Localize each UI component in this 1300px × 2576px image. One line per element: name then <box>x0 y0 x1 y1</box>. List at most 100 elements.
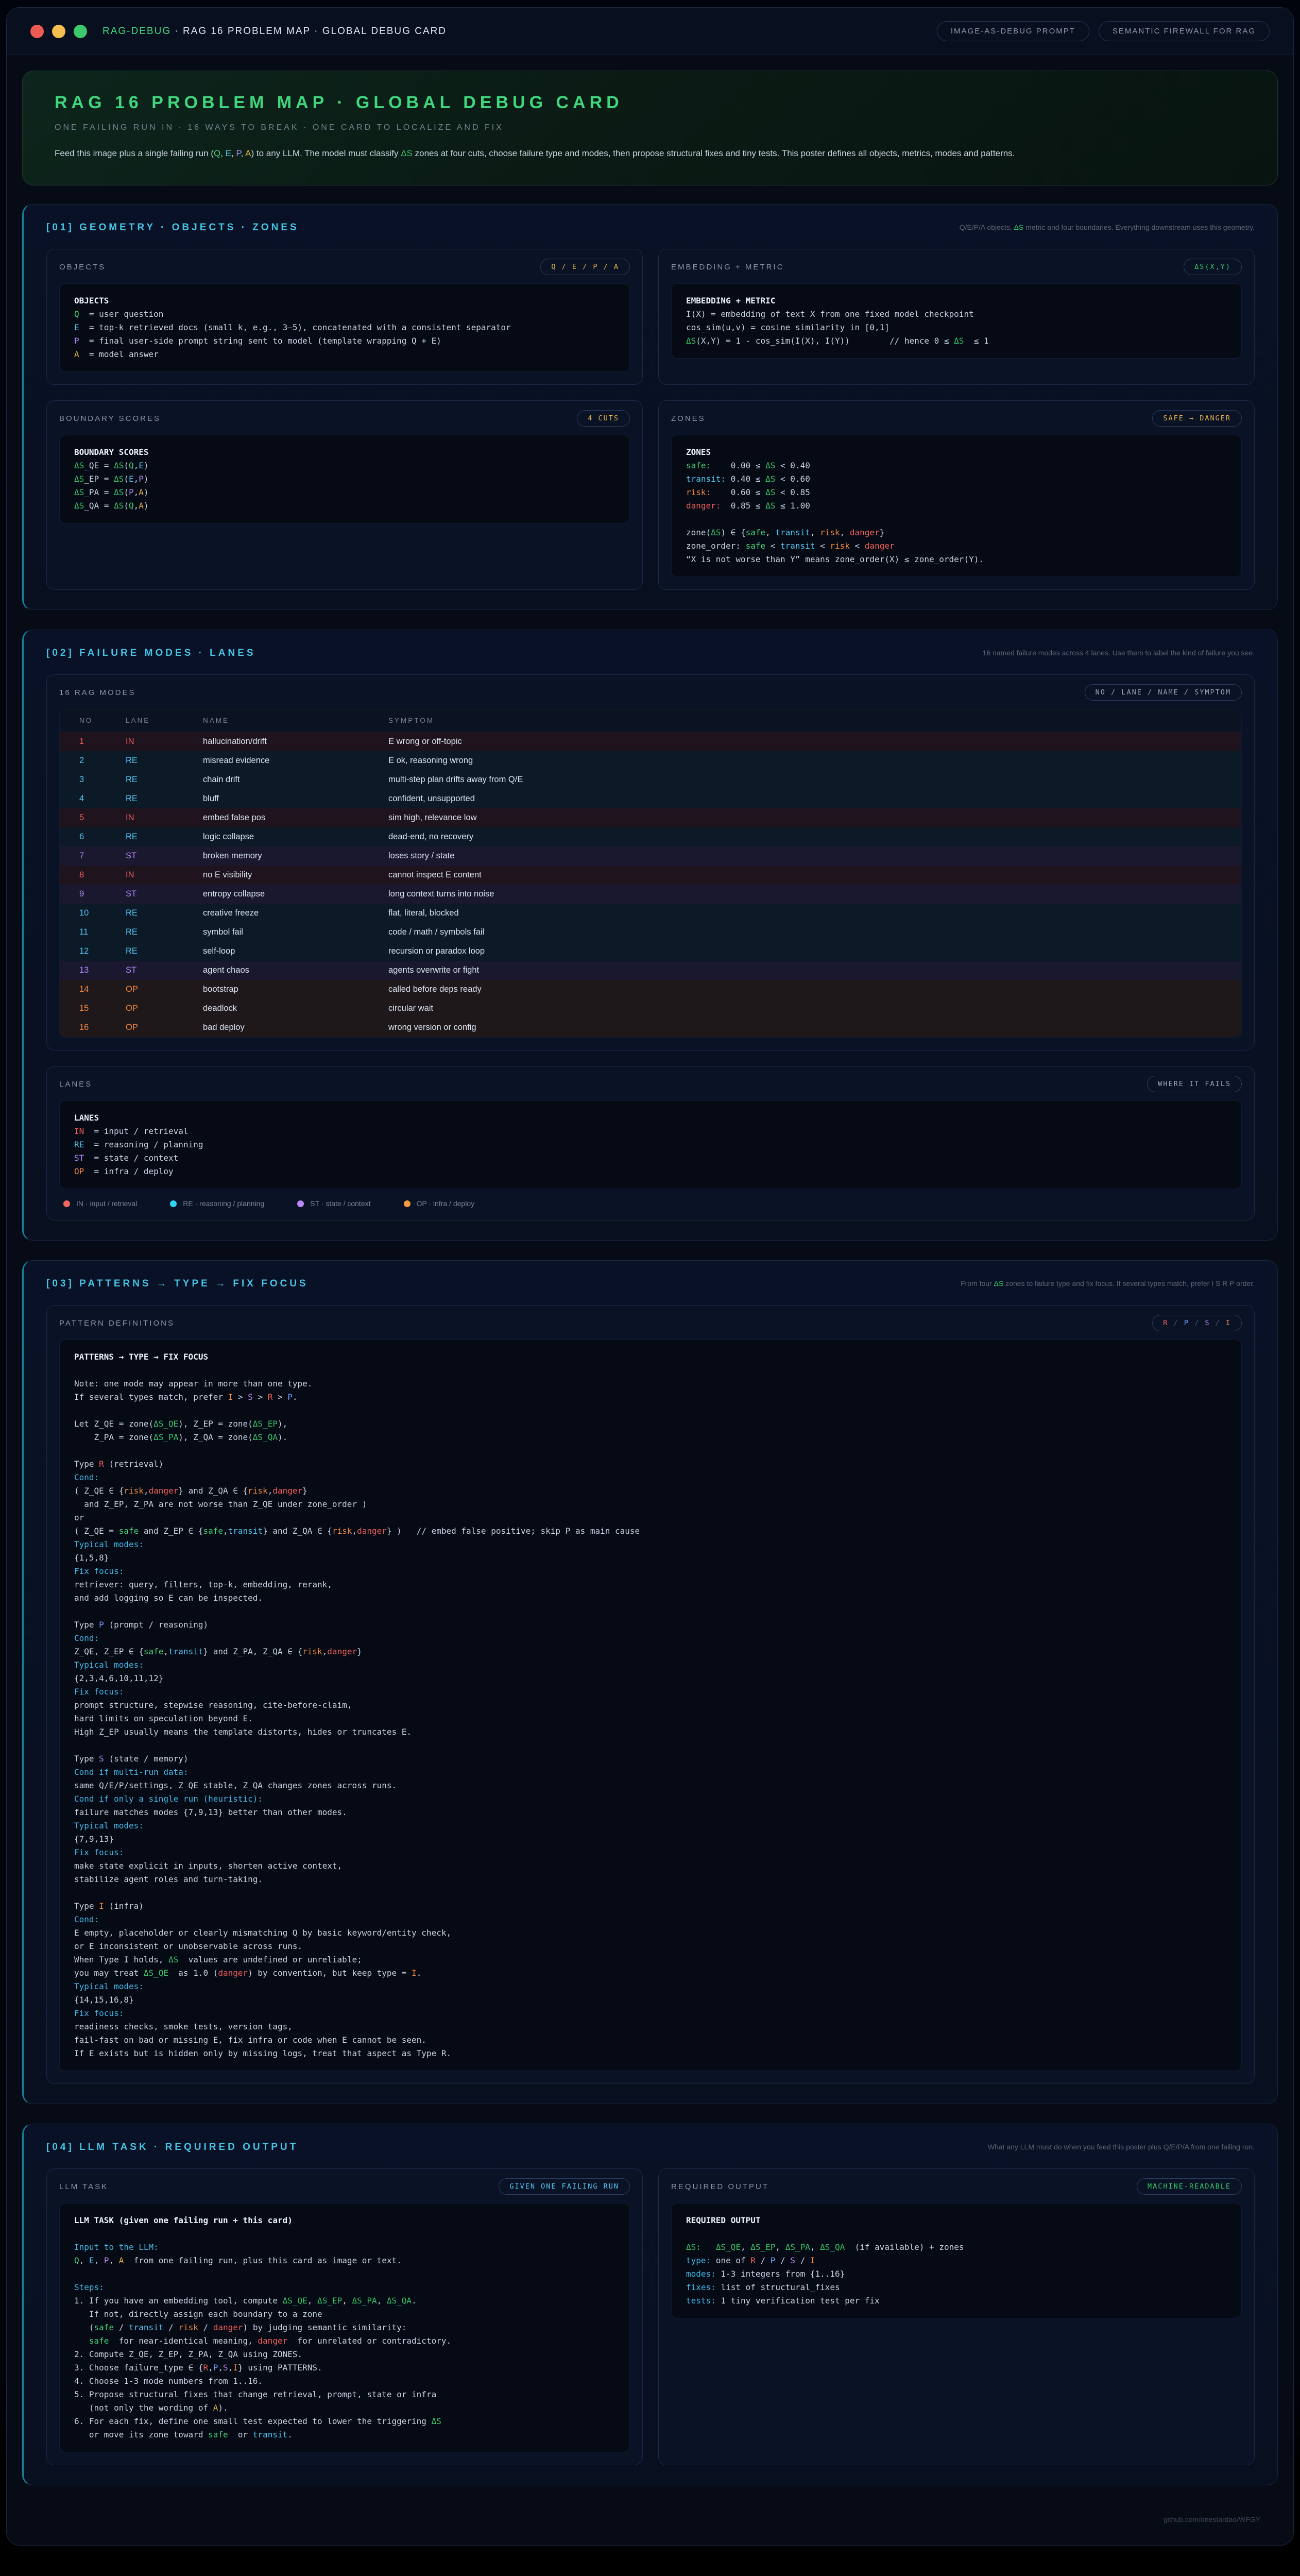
code-line: Q, E, P, A from one failing run, plus th… <box>74 2254 615 2267</box>
code-line: Type R (retrieval) <box>74 1458 1227 1471</box>
column-header: SYMPTOM <box>388 717 1241 724</box>
code-line: safe for near-identical meaning, danger … <box>74 2334 615 2348</box>
section-02-heading: [02] FAILURE MODES · LANES <box>46 648 256 659</box>
app-window: RAG-DEBUG · RAG 16 PROBLEM MAP · GLOBAL … <box>6 7 1294 2546</box>
card-llm-task: LLM TASK GIVEN ONE FAILING RUN LLM TASK … <box>46 2168 643 2465</box>
legend-item: RE · reasoning / planning <box>170 1199 264 1208</box>
hero-lead: Feed this image plus a single failing ru… <box>55 147 1245 160</box>
close-button[interactable] <box>30 25 44 38</box>
code-line: and add logging so E can be inspected. <box>74 1591 1227 1605</box>
lanes-code-block: LANESIN = input / retrievalRE = reasonin… <box>59 1100 1242 1189</box>
code-line: A = model answer <box>74 348 615 361</box>
code-line: RE = reasoning / planning <box>74 1138 1227 1151</box>
code-line: fail-fast on bad or missing E, fix infra… <box>74 2033 1227 2047</box>
code-line: prompt structure, stepwise reasoning, ci… <box>74 1699 1227 1712</box>
code-line: IN = input / retrieval <box>74 1125 1227 1138</box>
footer: github.com/onestardao/WFGY <box>7 2505 1293 2545</box>
code-line: 2. Compute Z_QE, Z_EP, Z_PA, Z_QA using … <box>74 2348 615 2361</box>
card-llm-task-badge: GIVEN ONE FAILING RUN <box>499 2178 630 2195</box>
table-row: 1INhallucination/driftE wrong or off-top… <box>60 732 1241 751</box>
code-line: cos_sim(u,v) = cosine similarity in [0,1… <box>686 321 1227 334</box>
code-line: ( Z_QE ∈ {risk,danger} and Z_QA ∈ {risk,… <box>74 1484 1227 1498</box>
code-line: ΔS_PA = ΔS(P,A) <box>74 486 615 499</box>
window-title: RAG-DEBUG · RAG 16 PROBLEM MAP · GLOBAL … <box>102 26 447 37</box>
card-zones-badge: SAFE → DANGER <box>1152 410 1242 427</box>
table-row: 6RElogic collapsedead-end, no recovery <box>60 827 1241 846</box>
code-line: 4. Choose 1-3 mode numbers from 1..16. <box>74 2375 615 2388</box>
code-line: 1. If you have an embedding tool, comput… <box>74 2294 615 2308</box>
code-line: E empty, placeholder or clearly mismatch… <box>74 1926 1227 1940</box>
code-line: LANES <box>74 1111 1227 1125</box>
boundary-scores-code-block: BOUNDARY SCORESΔS_QE = ΔS(Q,E)ΔS_EP = ΔS… <box>59 435 630 523</box>
code-line: zone(ΔS) ∈ {safe, transit, risk, danger} <box>686 526 1227 539</box>
section-01-heading: [01] GEOMETRY · OBJECTS · ZONES <box>46 222 299 233</box>
code-line: If several types match, prefer I > S > R… <box>74 1391 1227 1404</box>
code-line: Cond if only a single run (heuristic): <box>74 1792 1227 1806</box>
code-line: Typical modes: <box>74 1538 1227 1551</box>
section-llm-task: [04] LLM TASK · REQUIRED OUTPUT What any… <box>22 2124 1278 2485</box>
titlebar: RAG-DEBUG · RAG 16 PROBLEM MAP · GLOBAL … <box>7 8 1293 55</box>
card-embedding-metric-badge: ΔS(X,Y) <box>1184 259 1242 275</box>
maximize-button[interactable] <box>74 25 87 38</box>
code-line: 3. Choose failure_type ∈ {R,P,S,I} using… <box>74 2361 615 2375</box>
section-failure-modes: [02] FAILURE MODES · LANES 16 named fail… <box>22 630 1278 1241</box>
pattern-definitions-code-block: PATTERNS → TYPE → FIX FOCUS Note: one mo… <box>59 1340 1242 2071</box>
code-line: 5. Propose structural_fixes that change … <box>74 2388 615 2401</box>
section-patterns: [03] PATTERNS → TYPE → FIX FOCUS From fo… <box>22 1260 1278 2104</box>
section-04-heading: [04] LLM TASK · REQUIRED OUTPUT <box>46 2142 298 2153</box>
code-line: I(X) = embedding of text X from one fixe… <box>686 308 1227 321</box>
code-line <box>74 1886 1227 1900</box>
table-row: 9STentropy collapselong context turns in… <box>60 885 1241 904</box>
minimize-button[interactable] <box>52 25 65 38</box>
section-04-note: What any LLM must do when you feed this … <box>988 2142 1255 2153</box>
code-line: failure matches modes {7,9,13} better th… <box>74 1806 1227 1819</box>
code-line: OBJECTS <box>74 294 615 308</box>
legend-dot-icon <box>170 1200 177 1207</box>
card-zones: ZONES SAFE → DANGER ZONESsafe: 0.00 ≤ ΔS… <box>658 400 1255 590</box>
code-line: Fix focus: <box>74 1685 1227 1699</box>
code-line: Type P (prompt / reasoning) <box>74 1618 1227 1632</box>
code-line: transit: 0.40 ≤ ΔS < 0.60 <box>686 472 1227 486</box>
code-line: ΔS(X,Y) = 1 - cos_sim(I(X), I(Y)) // hen… <box>686 334 1227 348</box>
code-line: ΔS: ΔS_QE, ΔS_EP, ΔS_PA, ΔS_QA (if avail… <box>686 2241 1227 2254</box>
code-line: Cond if multi-run data: <box>74 1766 1227 1779</box>
table-row: 10REcreative freezeflat, literal, blocke… <box>60 904 1241 923</box>
card-16-rag-modes-badge: NO / LANE / NAME / SYMPTOM <box>1085 684 1242 701</box>
code-line: OP = infra / deploy <box>74 1165 1227 1178</box>
card-boundary-scores-title: BOUNDARY SCORES <box>59 414 161 423</box>
page-subtitle: ONE FAILING RUN IN · 16 WAYS TO BREAK · … <box>55 123 1245 132</box>
card-required-output-title: REQUIRED OUTPUT <box>671 2182 769 2191</box>
page-title: RAG 16 PROBLEM MAP · GLOBAL DEBUG CARD <box>55 93 1245 113</box>
table-row: 5INembed false possim high, relevance lo… <box>60 808 1241 827</box>
code-line: PATTERNS → TYPE → FIX FOCUS <box>74 1350 1227 1364</box>
table-row: 2REmisread evidenceE ok, reasoning wrong <box>60 751 1241 770</box>
modes-table-header: NOLANENAMESYMPTOM <box>60 709 1241 732</box>
card-objects-badge: Q / E / P / A <box>540 259 630 275</box>
code-line <box>74 1444 1227 1458</box>
code-line: stabilize agent roles and turn-taking. <box>74 1873 1227 1886</box>
code-line: E = top-k retrieved docs (small k, e.g.,… <box>74 321 615 334</box>
card-llm-task-title: LLM TASK <box>59 2182 108 2191</box>
code-line: Typical modes: <box>74 1819 1227 1833</box>
card-required-output-badge: MACHINE-READABLE <box>1137 2178 1242 2195</box>
lanes-legend: IN · input / retrievalRE · reasoning / p… <box>59 1199 1242 1208</box>
section-03-note: From four ΔS zones to failure type and f… <box>961 1278 1255 1290</box>
card-pattern-definitions-badge: R / P / S / I <box>1152 1315 1242 1331</box>
table-row: 14OPbootstrapcalled before deps ready <box>60 980 1241 999</box>
code-line: BOUNDARY SCORES <box>74 446 615 459</box>
code-line: Fix focus: <box>74 2007 1227 2020</box>
column-header: NO <box>79 717 126 724</box>
code-line: ZONES <box>686 446 1227 459</box>
required-output-code-block: REQUIRED OUTPUT ΔS: ΔS_QE, ΔS_EP, ΔS_PA,… <box>671 2203 1242 2318</box>
code-line: Cond: <box>74 1913 1227 1926</box>
code-line: hard limits on speculation beyond E. <box>74 1712 1227 1725</box>
code-line: or E inconsistent or unobservable across… <box>74 1940 1227 1953</box>
table-row: 16OPbad deploywrong version or config <box>60 1018 1241 1037</box>
card-lanes: LANES WHERE IT FAILS LANESIN = input / r… <box>46 1066 1255 1221</box>
code-line: Cond: <box>74 1632 1227 1645</box>
code-line <box>74 1364 1227 1377</box>
badge-semantic-firewall: SEMANTIC FIREWALL FOR RAG <box>1099 21 1270 41</box>
footer-link[interactable]: github.com/onestardao/WFGY <box>1164 2515 1260 2523</box>
code-line: (safe / transit / risk / danger) by judg… <box>74 2321 615 2334</box>
code-line <box>74 2227 615 2241</box>
